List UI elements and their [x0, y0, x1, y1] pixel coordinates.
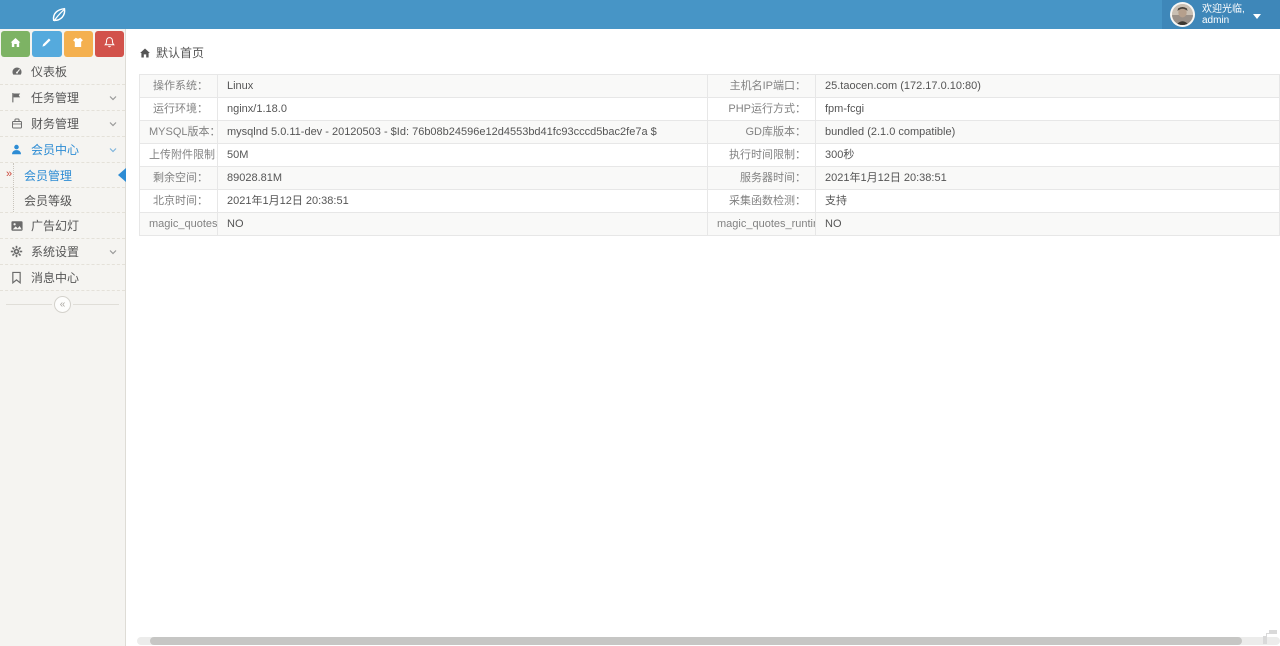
sidebar-item-settings[interactable]: 系统设置 — [0, 239, 125, 265]
notice-quick-button[interactable] — [94, 31, 124, 57]
info-label-cell: 运行环境： — [139, 97, 218, 121]
pencil-icon — [40, 36, 53, 52]
sidebar-item-label: 会员管理 — [24, 168, 73, 183]
archive-icon — [9, 117, 24, 131]
active-arrow-marker: » — [6, 168, 13, 181]
info-label-cell: 服务器时间： — [707, 166, 816, 190]
sidebar-item-label: 仪表板 — [31, 65, 68, 79]
bookmark-icon — [9, 271, 24, 285]
sidebar-item-label: 财务管理 — [31, 117, 80, 131]
sidebar-subitem-member-level[interactable]: 会员等级 — [0, 188, 125, 213]
image-icon — [9, 219, 24, 233]
sidebar-item-member-center[interactable]: 会员中心 — [0, 137, 125, 163]
quick-buttons — [0, 29, 125, 59]
sidebar-item-label: 任务管理 — [31, 91, 80, 105]
sidebar-item-label: 会员中心 — [31, 143, 80, 157]
table-row: MYSQL版本： mysqlnd 5.0.11-dev - 20120503 - … — [139, 120, 1280, 144]
sidebar-collapse-button[interactable]: « — [0, 292, 125, 316]
table-row: 运行环境： nginx/1.18.0 PHP运行方式： fpm-fcgi — [139, 97, 1280, 121]
main-content: 默认首页 操作系统： Linux 主机名IP端口： 25.taocen.com (17… — [127, 29, 1280, 646]
sidebar-item-finance[interactable]: 财务管理 — [0, 111, 125, 137]
info-label-cell: 上传附件限制： — [139, 143, 218, 167]
info-label-cell: 北京时间： — [139, 189, 218, 213]
sidebar-subitem-member-manage[interactable]: » 会员管理 — [0, 163, 126, 188]
chevron-down-icon — [109, 147, 117, 153]
resize-grip-icon — [1267, 634, 1277, 644]
chevron-down-icon — [1252, 14, 1261, 19]
user-icon — [9, 143, 24, 157]
shirt-icon — [71, 36, 85, 52]
table-row: 北京时间： 2021年1月12日 20:38:51 采集函数检测： 支持 — [139, 189, 1280, 213]
info-value-cell: 2021年1月12日 20:38:51 — [217, 189, 708, 213]
divider — [6, 303, 52, 305]
home-icon — [9, 36, 22, 52]
info-label-cell: 操作系统： — [139, 74, 218, 98]
sidebar-item-tasks[interactable]: 任务管理 — [0, 85, 125, 111]
sidebar-item-messages[interactable]: 消息中心 — [0, 265, 125, 291]
user-menu[interactable]: 欢迎光临, admin — [1162, 0, 1280, 29]
info-value-cell: nginx/1.18.0 — [217, 97, 708, 121]
horizontal-scrollbar-thumb[interactable] — [150, 637, 1242, 645]
user-avatar — [1170, 2, 1195, 27]
active-wedge-icon — [118, 168, 126, 182]
topbar: 欢迎光临, admin — [0, 0, 1280, 29]
info-value-cell: mysqlnd 5.0.11-dev - 20120503 - $Id: 76b… — [217, 120, 708, 144]
table-row: 操作系统： Linux 主机名IP端口： 25.taocen.com (172.17.… — [139, 74, 1280, 98]
info-value-cell: 2021年1月12日 20:38:51 — [815, 166, 1280, 190]
welcome-line2: admin — [1202, 14, 1230, 26]
system-info-table: 操作系统： Linux 主机名IP端口： 25.taocen.com (172.17.… — [139, 74, 1280, 236]
info-label-cell: MYSQL版本： — [139, 120, 218, 144]
info-value-cell: 支持 — [815, 189, 1280, 213]
system-info-table-body: 操作系统： Linux 主机名IP端口： 25.taocen.com (172.17.… — [139, 74, 1280, 236]
home-icon — [139, 47, 151, 59]
chevron-down-icon — [109, 95, 117, 101]
info-label-cell: 主机名IP端口： — [707, 74, 816, 98]
info-value-cell: bundled (2.1.0 compatible) — [815, 120, 1280, 144]
chevron-down-icon — [109, 249, 117, 255]
breadcrumb[interactable]: 默认首页 — [139, 46, 1280, 60]
info-label-cell: PHP运行方式： — [707, 97, 816, 121]
flag-icon — [9, 91, 24, 105]
info-value-cell: 89028.81M — [217, 166, 708, 190]
info-label-cell: magic_quotes_runtime : — [707, 212, 816, 236]
info-value-cell: fpm-fcgi — [815, 97, 1280, 121]
info-value-cell: Linux — [217, 74, 708, 98]
gauge-icon — [9, 65, 24, 79]
info-label-cell: 采集函数检测： — [707, 189, 816, 213]
sidebar-menu: 仪表板 任务管理 财务管理 会员中心 » 会员管理 会员等级 广告幻灯 系统设置… — [0, 59, 126, 316]
edit-quick-button[interactable] — [32, 31, 62, 57]
chevron-down-icon — [109, 121, 117, 127]
info-value-cell: 50M — [217, 143, 708, 167]
table-row: 上传附件限制：50M执行时间限制：300秒 — [139, 143, 1280, 167]
info-value-cell: 25.taocen.com (172.17.0.10:80) — [815, 74, 1280, 98]
info-value-cell: NO — [217, 212, 708, 236]
page-title: 默认首页 — [156, 46, 205, 60]
info-label-cell: 剩余空间： — [139, 166, 218, 190]
info-label-cell: 执行时间限制： — [707, 143, 816, 167]
bell-icon — [103, 36, 116, 52]
welcome-line1: 欢迎光临, — [1202, 3, 1245, 15]
table-row: 剩余空间： 89028.81M 服务器时间： 2021年1月12日 20:38:51 — [139, 166, 1280, 190]
sidebar-item-label: 系统设置 — [31, 245, 80, 259]
sidebar: 仪表板 任务管理 财务管理 会员中心 » 会员管理 会员等级 广告幻灯 系统设置… — [0, 29, 126, 646]
leaf-logo-icon — [47, 3, 70, 26]
sidebar-item-label: 消息中心 — [31, 271, 80, 285]
sidebar-item-dashboard[interactable]: 仪表板 — [0, 59, 125, 85]
sidebar-item-ad-slides[interactable]: 广告幻灯 — [0, 213, 125, 239]
horizontal-scrollbar-track[interactable] — [137, 637, 1280, 645]
sidebar-item-label: 会员等级 — [24, 193, 73, 208]
welcome-text: 欢迎光临, admin — [1202, 4, 1245, 26]
info-label-cell: magic_quotes_gpc : — [139, 212, 218, 236]
divider — [73, 303, 119, 305]
gear-icon — [9, 245, 24, 259]
info-label-cell: GD库版本： — [707, 120, 816, 144]
info-value-cell: NO — [815, 212, 1280, 236]
table-row: magic_quotes_gpc :NOmagic_quotes_runtime… — [139, 212, 1280, 236]
sidebar-item-label: 广告幻灯 — [31, 219, 80, 233]
info-value-cell: 300秒 — [815, 143, 1280, 167]
collapse-icon: « — [54, 295, 71, 313]
home-quick-button[interactable] — [1, 31, 31, 57]
member-quick-button[interactable] — [63, 31, 93, 57]
